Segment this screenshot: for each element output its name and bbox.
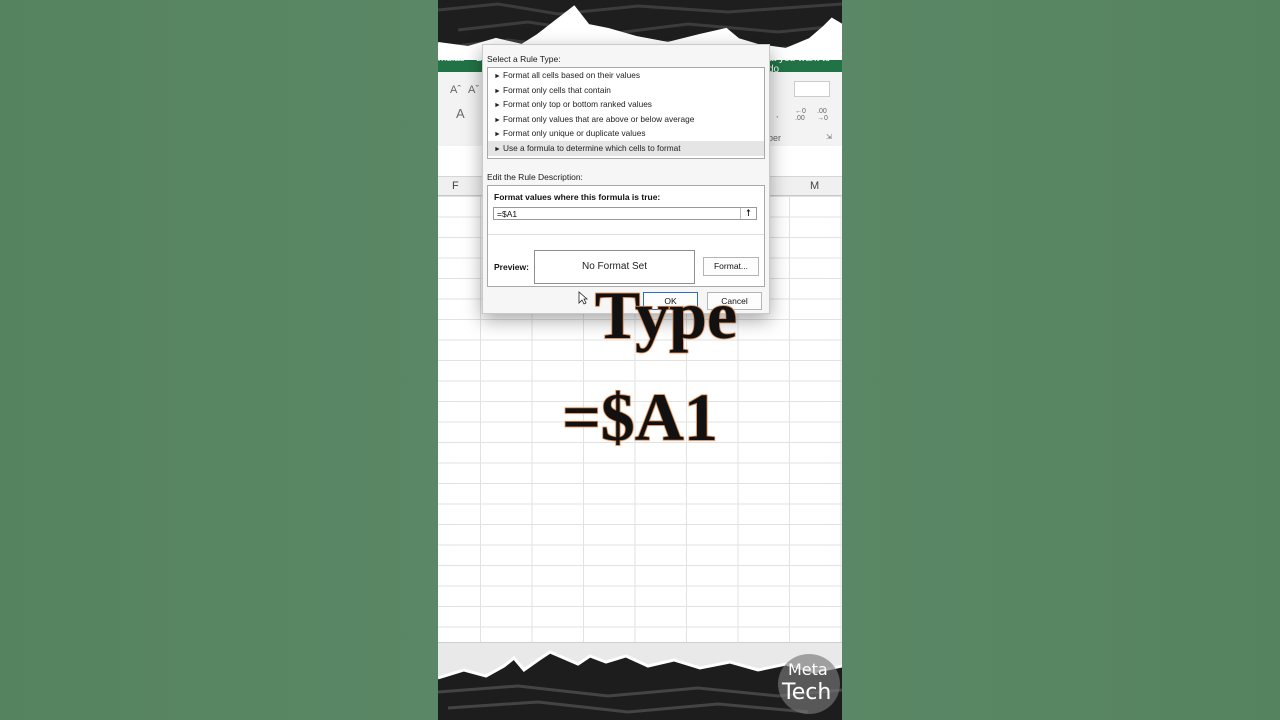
edit-rule-description-label: Edit the Rule Description: [487, 172, 583, 182]
rule-type-label: Format all cells based on their values [503, 70, 640, 80]
rule-description-panel: Format values where this formula is true… [487, 185, 765, 287]
rule-type-list[interactable]: ► Format all cells based on their values … [487, 67, 765, 159]
channel-logo: Meta Tech [778, 654, 840, 714]
comma-style-icon[interactable]: , [776, 110, 778, 119]
rule-type-label: Format only values that are above or bel… [503, 113, 695, 124]
column-header-m[interactable]: M [810, 180, 819, 192]
rule-type-item[interactable]: ► Format only top or bottom ranked values [488, 97, 764, 112]
increase-decimal-icon[interactable]: ←0.00 [795, 108, 806, 122]
font-color-icon[interactable]: A [456, 106, 465, 121]
rule-type-label: Format only unique or duplicate values [503, 128, 646, 139]
rule-type-item-selected[interactable]: ► Use a formula to determine which cells … [488, 140, 764, 156]
rule-type-item[interactable]: ► Format only cells that contain [488, 83, 764, 98]
preview-label: Preview: [494, 262, 529, 272]
rule-type-label: Use a formula to determine which cells t… [503, 142, 681, 153]
formula-input[interactable]: =$A1 ⭡ [493, 207, 757, 220]
format-button[interactable]: Format... [703, 257, 759, 276]
video-frame: mulas L at you want to do Aˆ Aˇ A , ←0.0… [438, 0, 842, 720]
rule-type-item[interactable]: ► Format only values that are above or be… [488, 112, 764, 127]
logo-line-2: Tech [782, 680, 832, 705]
rule-type-label: Format only top or bottom ranked values [503, 99, 652, 110]
new-formatting-rule-dialog: Select a Rule Type: ► Format all cells ba… [482, 44, 770, 314]
increase-font-icon[interactable]: Aˆ [450, 84, 461, 96]
rule-type-item[interactable]: ► Format all cells based on their values [488, 68, 764, 83]
arrow-right-icon: ► [494, 145, 501, 153]
formula-value: =$A1 [497, 209, 518, 219]
dialog-launcher-icon[interactable]: ⇲ [826, 133, 832, 141]
column-header-f[interactable]: F [452, 180, 459, 192]
formula-title: Format values where this formula is true… [494, 192, 661, 202]
background-right [842, 0, 1280, 720]
decrease-font-icon[interactable]: Aˇ [468, 84, 479, 96]
caption-line-2: =$A1 [561, 378, 718, 456]
collapse-dialog-icon[interactable]: ⭡ [740, 208, 756, 219]
caption-line-1: Type [594, 276, 738, 354]
select-rule-type-label: Select a Rule Type: [487, 54, 561, 64]
background-left [0, 0, 438, 720]
decrease-decimal-icon[interactable]: .00 →0 [817, 108, 828, 122]
divider [488, 234, 764, 235]
logo-line-1: Meta [788, 660, 828, 679]
number-format-dropdown[interactable] [794, 81, 830, 97]
rule-type-label: Format only cells that contain [503, 84, 611, 95]
preview-text: No Format Set [581, 261, 648, 272]
rule-type-item[interactable]: ► Format only unique or duplicate values [488, 126, 764, 141]
